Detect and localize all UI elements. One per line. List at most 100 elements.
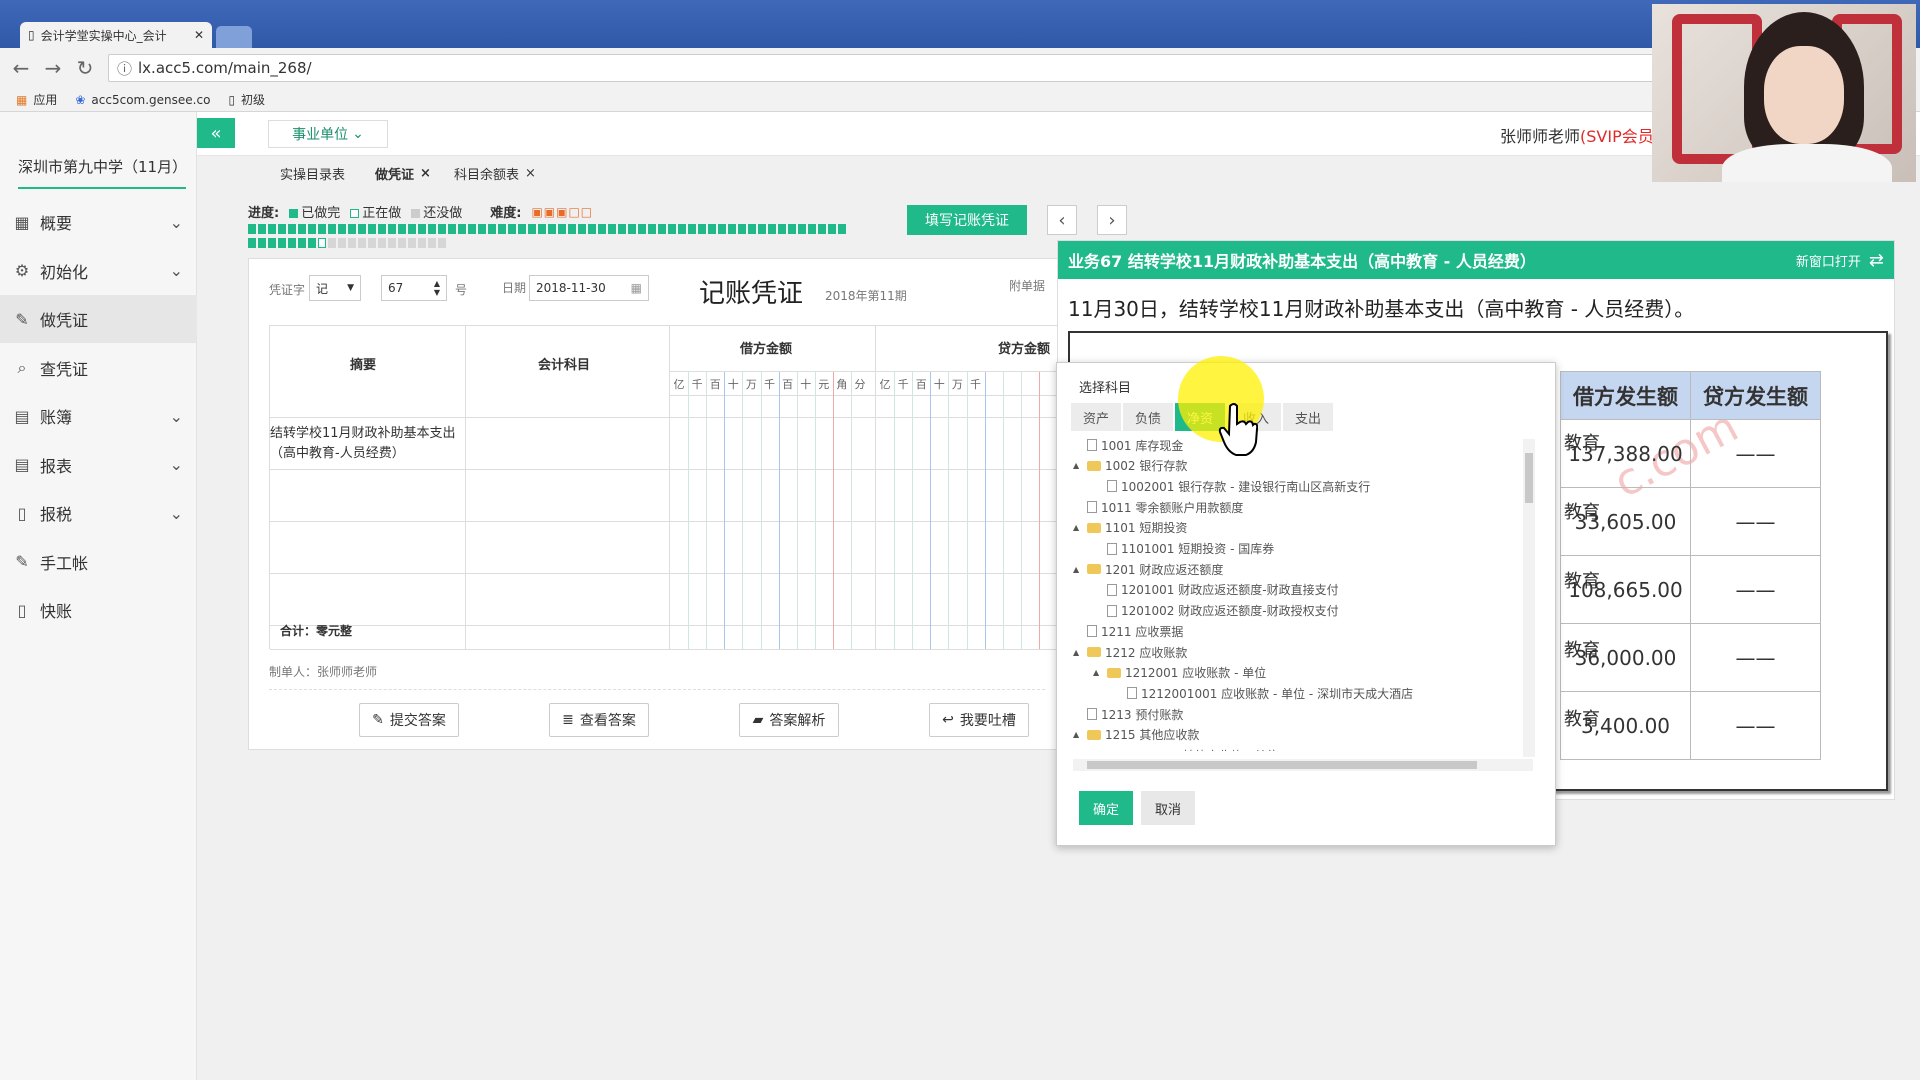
progress-legend: 进度: 已做完 正在做 还没做 难度: ▣▣▣□□ xyxy=(248,204,594,222)
file-icon xyxy=(1107,480,1117,493)
browser-tab[interactable]: ▯ 会计学堂实操中心_会计 ✕ xyxy=(20,22,212,48)
entry-summary-cell[interactable]: 结转学校11月财政补助基本支出（高中教育-人员经费） xyxy=(270,424,462,464)
sidebar-item[interactable]: ▤ 账簿 ⌄ xyxy=(0,392,197,440)
close-icon[interactable]: × xyxy=(525,166,536,181)
expand-toggle-icon[interactable]: ▲ xyxy=(1073,648,1083,657)
tab-make-voucher[interactable]: 做凭证 × xyxy=(375,162,431,184)
expand-toggle-icon[interactable]: ▲ xyxy=(1093,668,1103,677)
subject-tab[interactable]: 资产 xyxy=(1071,403,1122,431)
tree-node[interactable]: 1011 零余额账户用款额度 xyxy=(1073,497,1243,517)
bookmark-chuji[interactable]: ▯ 初级 xyxy=(228,91,265,108)
new-tab-button[interactable] xyxy=(216,26,252,48)
info-icon: ⓘ xyxy=(117,59,133,78)
stepper-icon[interactable]: ▲ ▼ xyxy=(434,279,440,297)
webcam-video xyxy=(1652,4,1916,182)
submit-answer-button[interactable]: ✎ 提交答案 xyxy=(359,703,459,737)
row-label-fragment: 教育 xyxy=(1564,502,1600,523)
tree-node[interactable]: ▲ 1002 银行存款 xyxy=(1073,456,1187,476)
subject-tab[interactable]: 负债 xyxy=(1123,403,1174,431)
tree-node[interactable]: 1101001 短期投资 - 国库券 xyxy=(1093,539,1274,559)
bookmark-apps[interactable]: ▦ 应用 xyxy=(16,91,57,108)
confirm-button[interactable]: 确定 xyxy=(1079,791,1133,825)
digit-label: 十 xyxy=(800,378,812,391)
digit-gridline xyxy=(930,372,932,649)
tree-node[interactable]: 1213 预付账款 xyxy=(1073,704,1183,724)
sidebar-item[interactable]: ✎ 手工帐 xyxy=(0,538,197,586)
chevron-down-icon: ⌄ xyxy=(352,126,364,142)
progress-cell xyxy=(738,224,746,234)
sidebar-item[interactable]: ▦ 概要 ⌄ xyxy=(0,198,197,246)
business-title: 业务67 结转学校11月财政补助基本支出（高中教育 - 人员经费） xyxy=(1068,252,1536,271)
date-field[interactable]: 2018-11-30 ▦ xyxy=(529,275,649,301)
close-icon[interactable]: ✕ xyxy=(194,28,204,42)
expand-toggle-icon[interactable]: ▲ xyxy=(1073,565,1083,574)
cancel-button[interactable]: 取消 xyxy=(1141,791,1195,825)
sidebar-item[interactable]: ✎ 做凭证 xyxy=(0,295,197,343)
tree-node[interactable]: ▲ 1201 财政应返还额度 xyxy=(1073,559,1223,579)
voucher-number-suffix: 号 xyxy=(455,283,468,297)
progress-cell xyxy=(318,238,326,248)
progress-cell xyxy=(818,224,826,234)
sidebar-item[interactable]: ⌕ 查凭证 xyxy=(0,344,197,392)
tree-node[interactable]: 1211 应收票据 xyxy=(1073,621,1183,641)
tree-node-label: 1101 短期投资 xyxy=(1105,521,1188,536)
row-label-fragment: 教育 xyxy=(1564,709,1600,730)
feedback-button[interactable]: ↩ 我要吐槽 xyxy=(929,703,1029,737)
fill-voucher-button[interactable]: 填写记账凭证 xyxy=(907,205,1027,235)
tree-horizontal-scrollbar[interactable] xyxy=(1073,759,1533,771)
pen-icon: ✎ xyxy=(15,309,29,329)
reload-icon[interactable]: ↻ xyxy=(76,56,94,80)
calendar-icon[interactable]: ▦ xyxy=(631,281,642,295)
sidebar-item-label: 查凭证 xyxy=(40,359,89,379)
url-bar[interactable]: ⓘ lx.acc5.com/main_268/ xyxy=(108,54,1668,82)
tree-node[interactable]: ▲ 1212001 应收账款 - 单位 xyxy=(1093,663,1266,683)
tree-node-label: 1212001 应收账款 - 单位 xyxy=(1125,666,1267,681)
close-icon[interactable]: × xyxy=(420,166,431,181)
view-answer-button[interactable]: ≣ 查看答案 xyxy=(549,703,649,737)
next-business-button[interactable]: › xyxy=(1097,205,1127,235)
browser-tab-strip xyxy=(0,0,1920,48)
tree-node[interactable]: 1212001001 应收账款 - 单位 - 深圳市天成大酒店 xyxy=(1113,683,1413,703)
prev-business-button[interactable]: ‹ xyxy=(1047,205,1077,235)
sidebar-item[interactable]: ⚙ 初始化 ⌄ xyxy=(0,247,197,295)
tree-node[interactable]: 1002001 银行存款 - 建设银行南山区高新支行 xyxy=(1093,476,1370,496)
sidebar-item[interactable]: ▤ 报表 ⌄ xyxy=(0,441,197,489)
expand-toggle-icon[interactable]: ▲ xyxy=(1073,461,1083,470)
expand-toggle-icon[interactable]: ▲ xyxy=(1073,523,1083,532)
file-icon xyxy=(1087,708,1097,721)
tab-practice-catalog[interactable]: 实操目录表 xyxy=(280,162,345,184)
unit-type-select[interactable]: 事业单位 ⌄ xyxy=(268,120,388,148)
progress-cell xyxy=(618,224,626,234)
progress-cell xyxy=(578,224,586,234)
row-label-fragment: 教育 xyxy=(1564,571,1600,592)
tree-node[interactable]: 1201001 财政应返还额度-财政直接支付 xyxy=(1093,580,1339,600)
tree-node[interactable]: ▲ 1101 短期投资 xyxy=(1073,518,1187,538)
voucher-number-stepper[interactable]: 67 ▲ ▼ xyxy=(381,275,447,301)
tree-node[interactable]: ▲1215001 其他应收款 - 单位 xyxy=(1093,746,1278,751)
collapse-sidebar-button[interactable]: « xyxy=(197,118,235,148)
back-icon[interactable]: ← xyxy=(12,56,30,80)
tree-node[interactable]: ▲ 1212 应收账款 xyxy=(1073,642,1187,662)
tab-balance-sheet[interactable]: 科目余额表 × xyxy=(454,162,536,184)
answer-analysis-button[interactable]: ▰ 答案解析 xyxy=(739,703,839,737)
tree-node[interactable]: 1001 库存现金 xyxy=(1073,435,1183,455)
subject-tab[interactable]: 支出 xyxy=(1283,403,1334,431)
tree-node[interactable]: 1201002 财政应返还额度-财政授权支付 xyxy=(1093,601,1339,621)
chevron-down-icon: ⌄ xyxy=(169,406,183,426)
sidebar-item[interactable]: ▯ 报税 ⌄ xyxy=(0,489,197,537)
folder-icon xyxy=(1087,522,1101,533)
sidebar-item-label: 概要 xyxy=(40,214,73,233)
progress-cell xyxy=(418,224,426,234)
forward-icon[interactable]: → xyxy=(44,56,62,80)
sidebar-item[interactable]: ▯ 快账 xyxy=(0,586,197,634)
tree-vertical-scrollbar[interactable] xyxy=(1523,439,1535,757)
progress-cell xyxy=(828,224,836,234)
credit-cell: —— xyxy=(1690,691,1821,760)
file-icon xyxy=(1107,604,1117,617)
voucher-word-select[interactable]: 记 ▼ xyxy=(309,275,361,301)
bookmark-gensee[interactable]: ❀ acc5com.gensee.co xyxy=(75,93,210,107)
open-new-window-button[interactable]: 新窗口打开 ⇄ xyxy=(1796,250,1884,271)
tree-node[interactable]: ▲ 1215 其他应收款 xyxy=(1073,725,1199,745)
bookmarks-bar: ▦ 应用 ❀ acc5com.gensee.co ▯ 初级 xyxy=(0,88,1920,112)
expand-toggle-icon[interactable]: ▲ xyxy=(1073,730,1083,739)
